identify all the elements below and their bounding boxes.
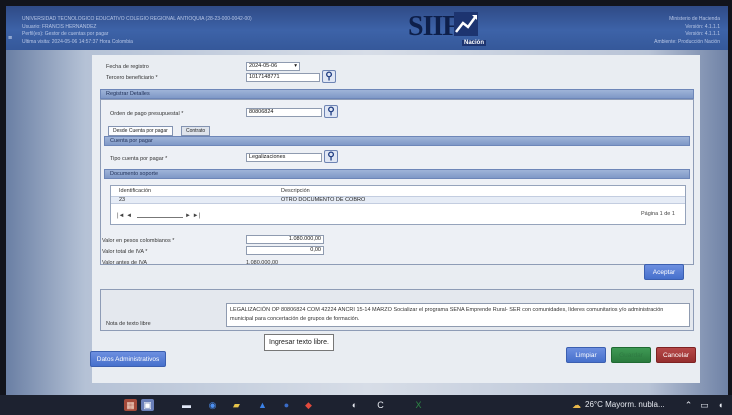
edge-browser-icon[interactable]: ◉	[206, 399, 219, 411]
ministry-line: Ministerio de Hacienda	[669, 16, 720, 22]
orden-pago-input[interactable]: 80806824	[246, 108, 322, 117]
search-icon[interactable]: ⚲	[322, 70, 336, 83]
cuenta-por-pagar-bar: Cuenta por pagar	[104, 136, 690, 146]
detalles-box	[100, 99, 694, 265]
cancelar-button[interactable]: Cancelar	[656, 347, 696, 363]
datos-administrativos-button[interactable]: Datos Administrativos	[90, 351, 166, 367]
nota-tooltip: Ingresar texto libre.	[264, 334, 334, 351]
orden-pago-label: Orden de pago presupuestal *	[110, 111, 184, 117]
valor-pesos-input[interactable]: 1.080.000,00	[246, 235, 324, 244]
fecha-registro-value: 2024-05-06	[249, 63, 278, 69]
documento-soporte-table: Identificación Descripción 23 OTRO DOCUM…	[110, 185, 686, 225]
session-info: UNIVERSIDAD TECNOLÓGICO EDUCATIVO COLEGI…	[22, 16, 262, 46]
search-icon[interactable]: ⚲	[324, 105, 338, 118]
registrar-detalles-bar: Registrar Detalles	[100, 89, 694, 99]
screen: ≡ UNIVERSIDAD TECNOLÓGICO EDUCATIVO COLE…	[0, 0, 732, 415]
weather-text[interactable]: 26°C Mayorm. nubla...	[585, 400, 665, 409]
version-line: Versión: 4.1.1.1	[685, 23, 720, 30]
taskbar: ▦ ▣ ▬ ◉ ▰ ▲ ● ◆ ◐ C X ☁ 26°C Mayorm. nub…	[0, 395, 732, 415]
search-icon[interactable]: ⚲	[324, 150, 338, 163]
valor-pesos-label: Valor en pesos colombianos *	[102, 238, 175, 244]
pager-slider[interactable]	[137, 217, 183, 218]
store-icon[interactable]: ▲	[256, 399, 269, 411]
network-icon[interactable]: ▭	[698, 399, 711, 411]
logo-sub: Nación	[462, 40, 487, 46]
menu-lines-icon[interactable]: ≡	[8, 35, 16, 42]
nota-label: Nota de texto libre	[106, 321, 151, 327]
task-view-icon[interactable]: ▬	[180, 399, 193, 411]
volume-icon[interactable]: ◖	[714, 399, 727, 411]
app-header: ≡ UNIVERSIDAD TECNOLÓGICO EDUCATIVO COLE…	[6, 6, 728, 50]
chevron-up-icon[interactable]: ⌃	[682, 399, 695, 411]
valor-iva-label: Valor total de IVA *	[102, 249, 148, 255]
entity-line: UNIVERSIDAD TECNOLÓGICO EDUCATIVO COLEGI…	[22, 16, 252, 22]
aceptar-button[interactable]: Aceptar	[644, 264, 684, 280]
environment-line: Ambiente: Producción Nación	[654, 38, 720, 45]
app-icon[interactable]: ◆	[302, 399, 315, 411]
pager-next-last[interactable]: ► ►|	[185, 213, 200, 219]
tipo-cuenta-input[interactable]: Legalizaciones	[246, 153, 322, 162]
logo-text: SIIF	[408, 11, 459, 42]
documento-soporte-bar: Documento soporte	[104, 169, 690, 179]
system-info: Ministerio de Hacienda Versión: 4.1.1.1 …	[590, 16, 720, 46]
tab-contrato[interactable]: Contrato	[181, 126, 211, 136]
tercero-input[interactable]: 1017148771	[246, 73, 320, 82]
pinned-app-icon[interactable]: ▦	[124, 399, 137, 411]
weather-icon: ☁	[572, 400, 581, 410]
pinned-app-icon[interactable]: ▣	[141, 399, 154, 411]
valor-iva-input[interactable]: 0,00	[246, 246, 324, 255]
limpiar-button[interactable]: Limpiar	[566, 347, 606, 363]
last-visit-line: Última visita: 2024-05-06 14:57:37 Hora …	[22, 38, 133, 45]
column-header-descripcion: Descripción	[281, 188, 310, 194]
chevron-down-icon: ▾	[294, 63, 297, 69]
row-descripcion: OTRO DOCUMENTO DE COBRO	[281, 197, 366, 203]
guardar-button[interactable]: Guardar	[611, 347, 651, 363]
logo-chart-icon	[454, 12, 478, 36]
version-line-2: Versión: 4.1.1.1	[685, 31, 720, 37]
app-icon[interactable]: C	[374, 399, 387, 411]
chrome-icon[interactable]: ◐	[348, 399, 361, 411]
tercero-label: Tercero beneficiario *	[106, 75, 158, 81]
fecha-registro-label: Fecha de registro	[106, 64, 149, 70]
valor-antes-iva-label: Valor antes de IVA	[102, 260, 148, 266]
tab-desde-cuenta-por-pagar[interactable]: Desde Cuenta por pagar	[108, 126, 173, 136]
tipo-cuenta-label: Tipo cuenta por pagar *	[110, 156, 168, 162]
pager-first-prev[interactable]: |◄ ◄	[117, 213, 132, 219]
siif-logo: SIIF Nación	[408, 10, 504, 50]
user-line: Usuario: FRANCIS HERNANDEZ	[22, 23, 97, 30]
fecha-registro-select[interactable]: 2024-05-06 ▾	[246, 62, 300, 71]
valor-antes-iva-value: 1.080.000,00	[246, 260, 279, 266]
profile-line: Perfil(es): Gestor de cuentas por pagar	[22, 31, 109, 37]
form-panel: Fecha de registro 2024-05-06 ▾ Tercero b…	[90, 55, 700, 383]
nota-textarea[interactable]: LEGALIZACIÓN OP 80806824 COM 42224 ANCRI…	[226, 303, 690, 327]
file-explorer-icon[interactable]: ▰	[230, 399, 243, 411]
column-header-identificacion: Identificación	[119, 188, 152, 194]
excel-icon[interactable]: X	[412, 399, 425, 411]
page-info: Página 1 de 1	[641, 211, 675, 217]
row-identificacion: 23	[119, 197, 126, 203]
table-row[interactable]: 23 OTRO DOCUMENTO DE COBRO	[111, 196, 685, 204]
app-icon[interactable]: ●	[280, 399, 293, 411]
